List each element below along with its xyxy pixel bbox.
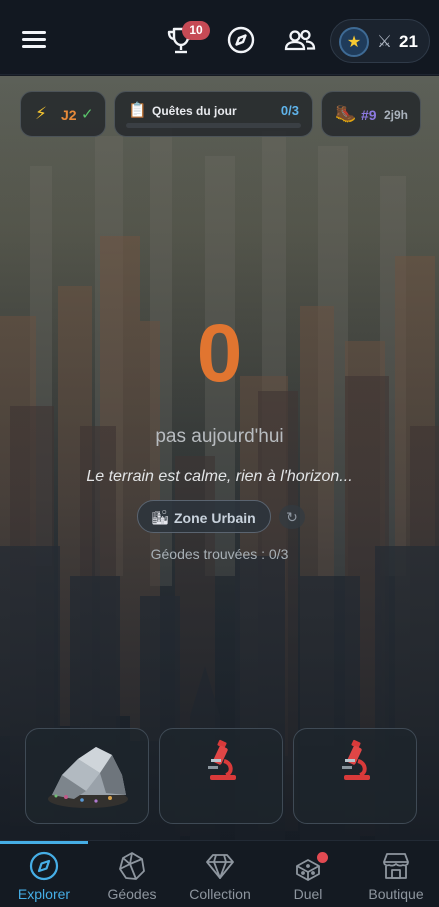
diamond-icon — [206, 854, 234, 879]
zone-selector[interactable]: 🏙 Zone Urbain — [137, 500, 271, 533]
geodes-found-text: Géodes trouvées : 0/3 — [150, 546, 289, 562]
microscope-icon — [342, 739, 370, 780]
status-message: Le terrain est calme, rien à l'horizon..… — [86, 468, 353, 485]
geode-slot-1[interactable] — [25, 728, 149, 824]
clipboard-icon: 📋 — [128, 102, 147, 119]
compass-icon — [29, 851, 59, 881]
geode-slot-3[interactable] — [293, 728, 417, 824]
nav-collection[interactable]: Collection — [176, 841, 264, 907]
quests-progress-bar — [126, 123, 301, 128]
nav-explorer[interactable]: Explorer — [0, 841, 88, 907]
active-tab-indicator — [0, 841, 88, 844]
explore-scene: ⚡ J2 ✓ 📋 Quêtes du jour 0/3 🥾 #9 2j9h 0 … — [0, 76, 439, 840]
count-subtitle: pas aujourd'hui — [155, 426, 284, 447]
player-level: 21 — [399, 32, 418, 51]
rock-icon — [48, 747, 128, 808]
star-icon: ★ — [339, 27, 369, 57]
streak-check: ✓ — [81, 106, 94, 123]
geode-icon — [119, 852, 145, 880]
rank-number: #9 — [361, 107, 377, 123]
daily-quests-chip[interactable]: 📋 Quêtes du jour 0/3 — [114, 91, 313, 137]
swords-icon: ⚔ — [377, 32, 393, 51]
rank-chip[interactable]: 🥾 #9 2j9h — [321, 91, 421, 137]
quests-label: Quêtes du jour — [152, 104, 237, 118]
city-icon: 🏙 — [151, 509, 169, 525]
zone-label: Zone Urbain — [174, 510, 256, 526]
player-chip[interactable]: ★ ⚔ 21 — [330, 19, 430, 63]
friends-icon[interactable] — [284, 24, 316, 56]
nav-label: Collection — [189, 886, 251, 902]
nav-duel[interactable]: Duel — [264, 841, 352, 907]
nav-label: Boutique — [368, 886, 424, 902]
lightning-icon: ⚡ — [35, 104, 47, 123]
menu-button[interactable] — [20, 27, 48, 53]
compass-icon[interactable] — [225, 24, 257, 56]
quests-count: 0/3 — [280, 103, 299, 118]
duel-notification-dot — [317, 852, 328, 863]
streak-day: J2 — [61, 107, 77, 123]
streak-chip[interactable]: ⚡ J2 ✓ — [20, 91, 106, 137]
nav-geodes[interactable]: Géodes — [88, 841, 176, 907]
nav-boutique[interactable]: Boutique — [352, 841, 439, 907]
nav-label: Duel — [293, 886, 323, 902]
geode-slot-2[interactable] — [159, 728, 283, 824]
boot-icon: 🥾 — [335, 104, 357, 123]
rank-time: 2j9h — [384, 108, 409, 122]
nav-label: Explorer — [17, 886, 71, 902]
microscope-icon — [208, 739, 236, 780]
city-skyline-background — [0, 76, 439, 840]
geode-count: 0 — [196, 308, 243, 399]
shop-icon — [383, 853, 409, 879]
nav-label: Géodes — [107, 886, 157, 902]
bottom-navigation: Explorer Géodes Collection Duel Boutique — [0, 840, 439, 907]
refresh-button[interactable]: ↻ — [279, 505, 305, 529]
top-bar: 10 ★ ⚔ 21 — [0, 0, 439, 75]
trophy-badge: 10 — [182, 21, 210, 40]
refresh-icon: ↻ — [286, 509, 298, 525]
